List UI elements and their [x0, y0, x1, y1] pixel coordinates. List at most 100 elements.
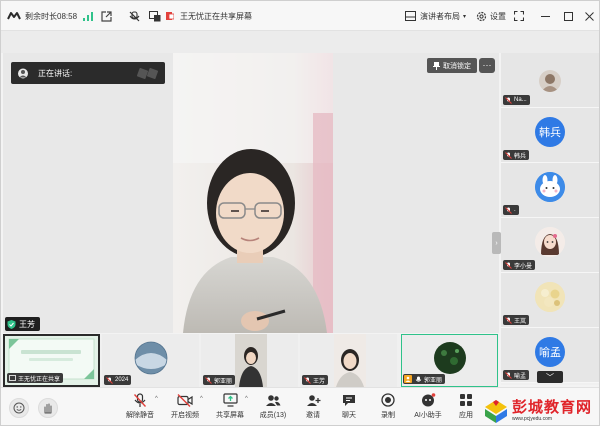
settings-label: 设置: [490, 11, 506, 21]
participant-name-tag: 喻孟: [503, 370, 530, 380]
avatar: [539, 70, 561, 92]
participant-name-tag: .: [503, 205, 519, 215]
share-screen-button[interactable]: 共享屏幕: [210, 391, 250, 423]
participant-name-tag: 王芳: [302, 375, 329, 385]
girl-avatar-icon: [535, 227, 565, 257]
video-options-caret-icon[interactable]: ^: [200, 396, 203, 402]
apps-button[interactable]: 应用: [446, 391, 486, 423]
invite-button[interactable]: 邀请: [293, 391, 333, 423]
layout-icon: [405, 11, 416, 21]
participant-name: 郭亚丽: [214, 378, 233, 385]
scroll-down-button[interactable]: ﹀: [537, 371, 563, 383]
watermark-text: 彭城教育网: [512, 399, 593, 416]
start-video-button[interactable]: 开启视频: [165, 391, 205, 423]
unmute-label: 解除静音: [126, 412, 154, 419]
mic-off-icon: [303, 376, 311, 384]
tencent-meeting-logo-icon: [7, 12, 21, 20]
ellipsis-icon: ···: [482, 60, 492, 70]
participant-tile[interactable]: 李小曼: [501, 218, 599, 273]
screen-share-icon: [8, 374, 16, 382]
avatar-text: 韩兵: [539, 127, 561, 139]
participant-panel: ︿ Na... 韩兵 韩兵: [501, 53, 599, 385]
avatar: [535, 227, 565, 257]
close-icon[interactable]: [585, 1, 594, 31]
share-options-caret-icon[interactable]: ^: [245, 396, 248, 402]
hand-icon: [44, 403, 52, 414]
main-stage: 正在讲话: 取消锁定 ··· 王芳 ›: [3, 53, 501, 333]
speaking-icons: [137, 67, 158, 79]
mic-on-icon: [414, 375, 422, 383]
shield-icon: [7, 319, 16, 329]
fullscreen-icon[interactable]: [514, 1, 524, 31]
participant-name: 韩兵: [514, 153, 527, 160]
mic-off-icon: [204, 376, 212, 384]
video-tile[interactable]: 2024: [102, 334, 199, 387]
participant-name: .: [514, 207, 516, 213]
ai-assistant-button[interactable]: AI小助手: [408, 391, 448, 423]
site-watermark: 彭城教育网 www.pcjyedu.com: [483, 396, 599, 426]
participant-name-tag: Na...: [503, 95, 530, 105]
record-label: 录制: [381, 412, 395, 419]
ai-assistant-icon: [421, 393, 435, 407]
speaking-indicator: 正在讲话:: [11, 62, 165, 84]
mic-off-icon: [504, 316, 512, 324]
presenter-video-frame: [173, 53, 333, 333]
participant-name: 2024: [115, 377, 129, 383]
more-options-button[interactable]: ···: [479, 58, 495, 73]
participant-name-tag: 王岚: [503, 315, 530, 325]
chevron-right-icon: ›: [495, 239, 498, 247]
raise-hand-button[interactable]: [38, 398, 58, 418]
invite-label: 邀请: [306, 412, 320, 419]
participant-name: 李小曼: [514, 263, 533, 270]
unlock-button[interactable]: 取消锁定: [427, 58, 477, 73]
chevron-down-icon: ﹀: [546, 372, 554, 382]
flower-avatar-icon: [535, 282, 565, 312]
share-screen-label: 共享屏幕: [216, 412, 244, 419]
participant-tile[interactable]: Na...: [501, 53, 599, 108]
screen-share-status-icon[interactable]: [149, 1, 161, 31]
shared-screen-tile[interactable]: 王无忧正在共享: [3, 334, 100, 387]
minimize-icon[interactable]: [541, 1, 550, 31]
layout-label: 演讲者布局: [420, 11, 460, 21]
video-tile-active[interactable]: 郭亚丽: [401, 334, 498, 387]
collapse-panel-button[interactable]: ›: [492, 232, 501, 254]
mic-options-caret-icon[interactable]: ^: [155, 396, 158, 402]
layout-button[interactable]: 演讲者布局 ▾: [405, 1, 466, 31]
participant-tile[interactable]: 王岚: [501, 273, 599, 328]
ai-assistant-label: AI小助手: [414, 412, 442, 419]
bunny-avatar-icon: [535, 172, 565, 202]
mic-off-icon: [504, 96, 512, 104]
reactions-button[interactable]: [9, 398, 29, 418]
members-label: 成员(13): [259, 412, 287, 419]
members-icon: [266, 394, 281, 406]
participant-tile[interactable]: 韩兵 韩兵: [501, 108, 599, 163]
video-tile[interactable]: 王芳: [300, 334, 397, 387]
maximize-icon[interactable]: [564, 1, 573, 31]
participant-name-tag: 韩兵: [503, 150, 530, 160]
camera-off-icon: [177, 393, 193, 407]
invite-icon: [306, 394, 320, 406]
unmute-button[interactable]: 解除静音: [120, 391, 160, 423]
record-icon: [381, 393, 395, 407]
chevron-down-icon: ▾: [463, 13, 467, 20]
signal-icon: [83, 1, 93, 31]
mic-off-status-icon[interactable]: [129, 1, 140, 31]
participant-name: 王无忧正在共享: [18, 376, 61, 383]
video-tile[interactable]: 郭亚丽: [201, 334, 298, 387]
apps-grid-icon: [460, 394, 472, 406]
avatar-text: 喻孟: [539, 347, 561, 359]
pop-out-icon[interactable]: [101, 1, 112, 31]
members-button[interactable]: 成员(13): [253, 391, 293, 423]
book-logo-icon: [485, 400, 507, 423]
participant-name: 王岚: [514, 318, 527, 325]
chat-label: 聊天: [342, 412, 356, 419]
presenter-video[interactable]: [173, 53, 333, 333]
participant-tile[interactable]: .: [501, 163, 599, 218]
mic-off-icon: [504, 371, 512, 379]
mic-off-icon: [504, 206, 512, 214]
chat-icon: [343, 394, 355, 406]
settings-button[interactable]: 设置: [476, 1, 506, 31]
record-button[interactable]: 录制: [368, 391, 408, 423]
chat-button[interactable]: 聊天: [329, 391, 369, 423]
share-status-indicator: 王无忧正在共享屏幕: [166, 1, 252, 31]
